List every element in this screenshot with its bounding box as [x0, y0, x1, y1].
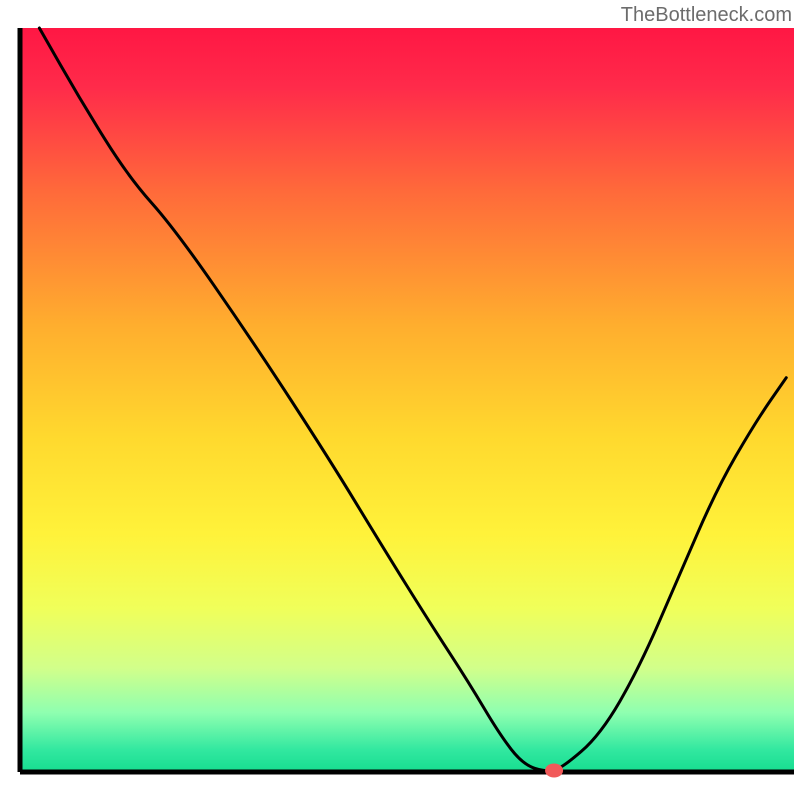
optimal-point-marker: [545, 764, 563, 778]
gradient-background: [20, 28, 794, 772]
watermark-text: TheBottleneck.com: [621, 4, 792, 27]
chart-svg: [0, 0, 800, 800]
bottleneck-chart: [0, 0, 800, 800]
